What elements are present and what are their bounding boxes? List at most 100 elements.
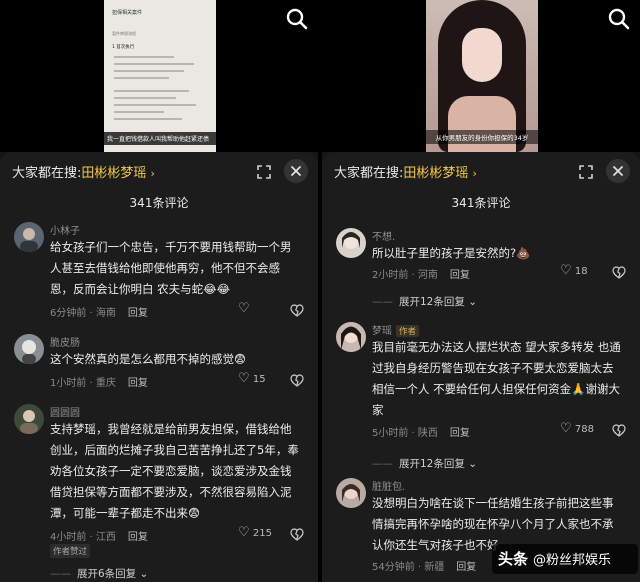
- comment-username[interactable]: 小林子: [50, 222, 80, 237]
- hot-search-term[interactable]: 田彬彬梦瑶: [403, 166, 468, 181]
- watermark-handle: @粉丝邦娱乐: [533, 553, 612, 568]
- dislike-icon[interactable]: [290, 374, 304, 388]
- dislike-icon[interactable]: [290, 304, 304, 318]
- comment-count: 341条评论: [129, 196, 189, 210]
- comment-username[interactable]: 圆圆圆: [50, 404, 80, 419]
- comment-time: 6分钟前 · 海南: [50, 308, 116, 319]
- face-shape: [462, 28, 502, 82]
- like-button[interactable]: ♡ 215: [238, 525, 272, 540]
- expand-replies-button[interactable]: —— 展开12条回复 ⌄: [372, 294, 477, 309]
- left-comment-screen: 担保相关案件 案件审理流程 1 首次执行 我一直把钱借款人叫我帮助他赶紧还债 大…: [0, 0, 318, 582]
- comment-time: 5小时前 · 陕西: [372, 428, 438, 439]
- doc-line: [114, 77, 169, 79]
- doc-line: [114, 104, 196, 106]
- doc-line: [114, 111, 164, 113]
- avatar[interactable]: [336, 322, 366, 352]
- doc-line: [114, 56, 174, 58]
- portrait-photo: 从你男朋友的身份你担保的34岁: [426, 0, 538, 152]
- doc-line: [114, 63, 194, 65]
- avatar[interactable]: [336, 228, 366, 258]
- author-username[interactable]: 梦瑶: [372, 326, 392, 337]
- comment-username[interactable]: 脆皮肠: [50, 334, 80, 349]
- avatar[interactable]: [14, 334, 44, 364]
- expand-icon[interactable]: [254, 162, 274, 182]
- divider-line: ——: [372, 296, 393, 308]
- divider-line: ——: [372, 458, 393, 470]
- like-button[interactable]: ♡ 15: [238, 371, 266, 386]
- hot-search-term[interactable]: 田彬彬梦瑶: [81, 166, 146, 181]
- chevron-right-icon: ›: [472, 167, 477, 180]
- hot-search-bar[interactable]: 大家都在搜:田彬彬梦瑶 ›: [12, 162, 155, 181]
- video-preview[interactable]: 从你男朋友的身份你担保的34岁: [322, 0, 640, 152]
- like-button[interactable]: ♡ 788: [560, 421, 594, 436]
- reply-button[interactable]: 回复: [128, 308, 148, 319]
- video-caption: 我一直把钱借款人叫我帮助他赶紧还债: [104, 132, 216, 145]
- heart-icon: ♡: [560, 263, 572, 278]
- reply-button[interactable]: 回复: [128, 378, 148, 389]
- video-caption: 从你男朋友的身份你担保的34岁: [426, 130, 538, 144]
- expand-replies-label: 展开12条回复: [399, 458, 465, 470]
- avatar[interactable]: [14, 222, 44, 252]
- heart-icon: ♡: [238, 525, 250, 540]
- heart-icon: ♡: [238, 301, 250, 316]
- comment-meta: 2小时前 · 河南 回复: [372, 266, 470, 281]
- dislike-icon[interactable]: [290, 528, 304, 542]
- close-icon[interactable]: [284, 159, 308, 183]
- author-tag: 作者: [396, 325, 420, 337]
- right-comment-screen: 从你男朋友的身份你担保的34岁 大家都在搜:田彬彬梦瑶 › 341条评论 不想.…: [322, 0, 640, 582]
- chevron-down-icon: ⌄: [139, 568, 149, 580]
- divider-line: ——: [50, 568, 71, 580]
- comment-time: 54分钟前 · 新疆: [372, 562, 445, 573]
- reply-button[interactable]: 回复: [128, 532, 148, 543]
- doc-heading: 担保相关案件: [112, 10, 143, 16]
- reply-button[interactable]: 回复: [450, 428, 470, 439]
- comment-time: 1小时前 · 重庆: [50, 378, 116, 389]
- video-preview[interactable]: 担保相关案件 案件审理流程 1 首次执行 我一直把钱借款人叫我帮助他赶紧还债: [0, 0, 318, 152]
- comment-meta: 4小时前 · 江西 回复: [50, 528, 148, 543]
- avatar[interactable]: [336, 478, 366, 508]
- search-icon[interactable]: [606, 6, 632, 32]
- comment-text: 我目前毫无办法这人摆烂状态 望大家多转发 也通过我自身经历警告现在女孩子不要太恋…: [372, 340, 621, 417]
- like-button[interactable]: ♡ 18: [560, 263, 588, 278]
- expand-replies-button[interactable]: —— 展开6条回复 ⌄: [50, 566, 148, 581]
- comment-text: 支持梦瑶，我曾经就是给前男友担保，借钱给他创业，后面的烂摊子我自己苦苦挣扎还了5…: [50, 422, 299, 520]
- doc-line: [114, 97, 176, 99]
- author-liked-badge: 作者赞过: [50, 544, 91, 558]
- doc-section: 1 首次执行: [112, 45, 135, 50]
- comment-meta: 5小时前 · 陕西 回复: [372, 424, 470, 439]
- chevron-down-icon: ⌄: [468, 296, 478, 308]
- document-photo: 担保相关案件 案件审理流程 1 首次执行 我一直把钱借款人叫我帮助他赶紧还债: [104, 0, 216, 152]
- heart-icon: ♡: [238, 371, 250, 386]
- comment-time: 2小时前 · 河南: [372, 270, 438, 281]
- like-count: 18: [574, 266, 588, 277]
- comment-time: 4小时前 · 江西: [50, 532, 116, 543]
- expand-replies-label: 展开6条回复: [77, 568, 137, 580]
- comment-text: 所以肚子里的孩子是安然的?💩: [372, 246, 531, 260]
- expand-replies-button[interactable]: —— 展开12条回复 ⌄: [372, 456, 477, 471]
- like-count: 788: [574, 424, 594, 435]
- comment-text: 给女孩子们一个忠告，千万不要用钱帮助一个男人甚至去借钱给他即使他再穷，他不但不会…: [50, 240, 292, 296]
- doc-line: [114, 90, 189, 92]
- reply-button[interactable]: 回复: [450, 270, 470, 281]
- search-icon[interactable]: [284, 6, 310, 32]
- close-icon[interactable]: [606, 159, 630, 183]
- doc-line: [114, 70, 184, 72]
- like-count: 215: [252, 528, 272, 539]
- comment-text: 这个安然真的是怎么都甩不掉的感觉😨: [50, 352, 246, 366]
- watermark-brand: 头条: [498, 550, 529, 568]
- like-count: 15: [252, 374, 266, 385]
- comment-meta: 1小时前 · 重庆 回复: [50, 374, 148, 389]
- chevron-right-icon: ›: [150, 167, 155, 180]
- comment-username: 梦瑶 作者: [372, 322, 420, 337]
- heart-icon: ♡: [560, 421, 572, 436]
- dislike-icon[interactable]: [612, 266, 626, 280]
- like-button[interactable]: ♡: [238, 301, 250, 316]
- expand-icon[interactable]: [576, 162, 596, 182]
- dislike-icon[interactable]: [612, 424, 626, 438]
- reply-button[interactable]: 回复: [456, 562, 476, 573]
- hot-search-prefix: 大家都在搜:: [334, 166, 404, 181]
- hot-search-bar[interactable]: 大家都在搜:田彬彬梦瑶 ›: [334, 162, 477, 181]
- comment-username[interactable]: 不想.: [372, 228, 395, 243]
- avatar[interactable]: [14, 404, 44, 434]
- comment-username[interactable]: 脏脏包.: [372, 478, 405, 493]
